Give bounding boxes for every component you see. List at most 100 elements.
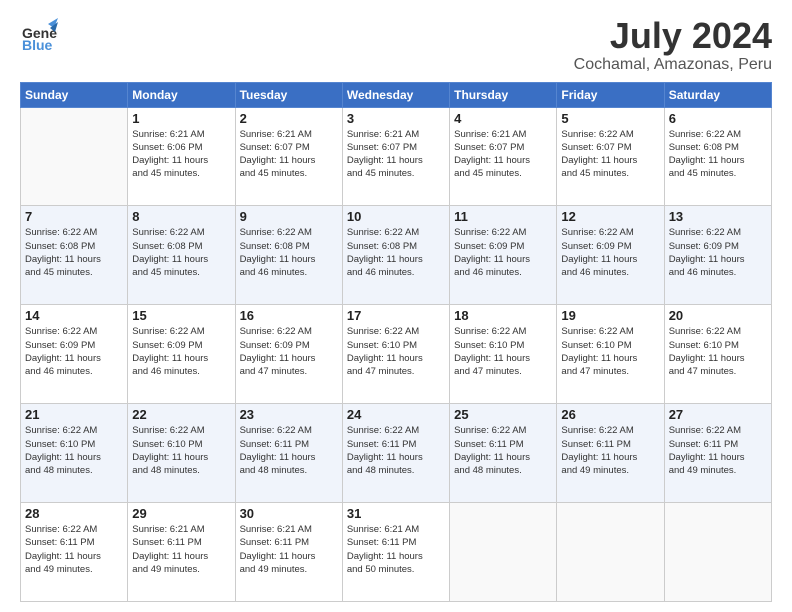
day-number: 9: [240, 209, 338, 224]
day-info: Sunrise: 6:22 AM Sunset: 6:09 PM Dayligh…: [561, 226, 659, 279]
calendar-cell: 9 Sunrise: 6:22 AM Sunset: 6:08 PM Daylig…: [235, 206, 342, 305]
day-number: 19: [561, 308, 659, 323]
day-info: Sunrise: 6:22 AM Sunset: 6:10 PM Dayligh…: [132, 424, 230, 477]
day-number: 12: [561, 209, 659, 224]
calendar-cell: 17 Sunrise: 6:22 AM Sunset: 6:10 PM Dayli…: [342, 305, 449, 404]
calendar-cell: 8 Sunrise: 6:22 AM Sunset: 6:08 PM Daylig…: [128, 206, 235, 305]
day-info: Sunrise: 6:21 AM Sunset: 6:11 PM Dayligh…: [347, 523, 445, 576]
day-info: Sunrise: 6:22 AM Sunset: 6:08 PM Dayligh…: [347, 226, 445, 279]
calendar-cell: 2 Sunrise: 6:21 AM Sunset: 6:07 PM Daylig…: [235, 107, 342, 206]
day-info: Sunrise: 6:21 AM Sunset: 6:07 PM Dayligh…: [347, 128, 445, 181]
day-info: Sunrise: 6:22 AM Sunset: 6:09 PM Dayligh…: [132, 325, 230, 378]
day-number: 22: [132, 407, 230, 422]
svg-text:Blue: Blue: [22, 37, 53, 53]
page: General Blue July 2024 Cochamal, Amazona…: [0, 0, 792, 612]
day-info: Sunrise: 6:22 AM Sunset: 6:11 PM Dayligh…: [454, 424, 552, 477]
weekday-header-monday: Monday: [128, 82, 235, 107]
calendar-cell: 14Sunrise: 6:22 AM Sunset: 6:09 PM Dayli…: [21, 305, 128, 404]
day-info: Sunrise: 6:22 AM Sunset: 6:09 PM Dayligh…: [454, 226, 552, 279]
day-number: 30: [240, 506, 338, 521]
day-number: 26: [561, 407, 659, 422]
day-number: 25: [454, 407, 552, 422]
day-number: 6: [669, 111, 767, 126]
header: General Blue July 2024 Cochamal, Amazona…: [20, 16, 772, 74]
day-number: 4: [454, 111, 552, 126]
day-number: 31: [347, 506, 445, 521]
calendar-table: SundayMondayTuesdayWednesdayThursdayFrid…: [20, 82, 772, 602]
day-number: 21: [25, 407, 123, 422]
day-number: 7: [25, 209, 123, 224]
week-row-3: 14 Sunrise: 6:22 AM Sunset: 6:09 PM Dayli…: [21, 305, 772, 404]
day-number: 13: [669, 209, 767, 224]
calendar-cell: 13 Sunrise: 6:22 AM Sunset: 6:09 PM Dayli…: [664, 206, 771, 305]
day-number: 8: [132, 209, 230, 224]
day-info: Sunrise: 6:22 AM Sunset: 6:10 PM Dayligh…: [454, 325, 552, 378]
day-info: Sunrise: 6:22 AM Sunset: 6:08 PM Dayligh…: [240, 226, 338, 279]
day-info: Sunrise: 6:22 AM Sunset: 6:08 PM Dayligh…: [669, 128, 767, 181]
day-info: Sunrise: 6:21 AM Sunset: 6:11 PM Dayligh…: [132, 523, 230, 576]
day-number: 16: [240, 308, 338, 323]
weekday-header-wednesday: Wednesday: [342, 82, 449, 107]
day-number: 2: [240, 111, 338, 126]
week-row-4: 21 Sunrise: 6:22 AM Sunset: 6:10 PM Dayli…: [21, 404, 772, 503]
day-info: Sunrise: 6:22 AM Sunset: 6:10 PM Dayligh…: [347, 325, 445, 378]
day-number: 29: [132, 506, 230, 521]
week-row-2: 7 Sunrise: 6:22 AM Sunset: 6:08 PM Daylig…: [21, 206, 772, 305]
calendar-cell: [450, 503, 557, 602]
day-number: 28: [25, 506, 123, 521]
day-number: 18: [454, 308, 552, 323]
calendar-cell: 31 Sunrise: 6:21 AM Sunset: 6:11 PM Dayli…: [342, 503, 449, 602]
day-info: Sunrise: 6:22 AM Sunset: 6:10 PM Dayligh…: [561, 325, 659, 378]
day-number: 17: [347, 308, 445, 323]
logo: General Blue: [20, 16, 58, 54]
week-row-5: 28Sunrise: 6:22 AM Sunset: 6:11 PM Dayli…: [21, 503, 772, 602]
day-info: Sunrise: 6:21 AM Sunset: 6:07 PM Dayligh…: [240, 128, 338, 181]
calendar-cell: 15 Sunrise: 6:22 AM Sunset: 6:09 PM Dayli…: [128, 305, 235, 404]
calendar-cell: [21, 107, 128, 206]
page-title: July 2024: [574, 16, 772, 56]
weekday-header-friday: Friday: [557, 82, 664, 107]
title-block: July 2024 Cochamal, Amazonas, Peru: [574, 16, 772, 74]
calendar-cell: 23Sunrise: 6:22 AM Sunset: 6:11 PM Dayli…: [235, 404, 342, 503]
day-info: Sunrise: 6:22 AM Sunset: 6:11 PM Dayligh…: [561, 424, 659, 477]
day-number: 3: [347, 111, 445, 126]
calendar-cell: [664, 503, 771, 602]
day-info: Sunrise: 6:22 AM Sunset: 6:08 PM Dayligh…: [132, 226, 230, 279]
day-number: 23: [240, 407, 338, 422]
page-subtitle: Cochamal, Amazonas, Peru: [574, 56, 772, 74]
day-info: Sunrise: 6:21 AM Sunset: 6:11 PM Dayligh…: [240, 523, 338, 576]
weekday-header-tuesday: Tuesday: [235, 82, 342, 107]
calendar-cell: 7 Sunrise: 6:22 AM Sunset: 6:08 PM Daylig…: [21, 206, 128, 305]
day-info: Sunrise: 6:22 AM Sunset: 6:07 PM Dayligh…: [561, 128, 659, 181]
calendar-cell: 3 Sunrise: 6:21 AM Sunset: 6:07 PM Daylig…: [342, 107, 449, 206]
day-info: Sunrise: 6:22 AM Sunset: 6:09 PM Dayligh…: [240, 325, 338, 378]
calendar-cell: 12 Sunrise: 6:22 AM Sunset: 6:09 PM Dayli…: [557, 206, 664, 305]
calendar-cell: 1Sunrise: 6:21 AM Sunset: 6:06 PM Daylig…: [128, 107, 235, 206]
day-number: 11: [454, 209, 552, 224]
day-info: Sunrise: 6:22 AM Sunset: 6:08 PM Dayligh…: [25, 226, 123, 279]
day-info: Sunrise: 6:22 AM Sunset: 6:10 PM Dayligh…: [25, 424, 123, 477]
calendar-cell: 20 Sunrise: 6:22 AM Sunset: 6:10 PM Dayli…: [664, 305, 771, 404]
weekday-header-thursday: Thursday: [450, 82, 557, 107]
calendar-cell: 29 Sunrise: 6:21 AM Sunset: 6:11 PM Dayli…: [128, 503, 235, 602]
day-number: 5: [561, 111, 659, 126]
day-number: 14: [25, 308, 123, 323]
calendar-cell: 24Sunrise: 6:22 AM Sunset: 6:11 PM Dayli…: [342, 404, 449, 503]
calendar-cell: 18 Sunrise: 6:22 AM Sunset: 6:10 PM Dayli…: [450, 305, 557, 404]
calendar-cell: 6 Sunrise: 6:22 AM Sunset: 6:08 PM Daylig…: [664, 107, 771, 206]
calendar-cell: 25 Sunrise: 6:22 AM Sunset: 6:11 PM Dayli…: [450, 404, 557, 503]
day-info: Sunrise: 6:22 AM Sunset: 6:09 PM Dayligh…: [669, 226, 767, 279]
calendar-cell: 4 Sunrise: 6:21 AM Sunset: 6:07 PM Daylig…: [450, 107, 557, 206]
day-info: Sunrise: 6:22 AM Sunset: 6:10 PM Dayligh…: [669, 325, 767, 378]
day-number: 15: [132, 308, 230, 323]
day-info: Sunrise: 6:21 AM Sunset: 6:07 PM Dayligh…: [454, 128, 552, 181]
calendar-cell: 21 Sunrise: 6:22 AM Sunset: 6:10 PM Dayli…: [21, 404, 128, 503]
calendar-cell: 22 Sunrise: 6:22 AM Sunset: 6:10 PM Dayli…: [128, 404, 235, 503]
weekday-header-sunday: Sunday: [21, 82, 128, 107]
calendar-cell: 27Sunrise: 6:22 AM Sunset: 6:11 PM Dayli…: [664, 404, 771, 503]
calendar-cell: 10Sunrise: 6:22 AM Sunset: 6:08 PM Dayli…: [342, 206, 449, 305]
day-number: 20: [669, 308, 767, 323]
day-info: Sunrise: 6:22 AM Sunset: 6:11 PM Dayligh…: [347, 424, 445, 477]
day-info: Sunrise: 6:22 AM Sunset: 6:11 PM Dayligh…: [669, 424, 767, 477]
calendar-cell: 11 Sunrise: 6:22 AM Sunset: 6:09 PM Dayli…: [450, 206, 557, 305]
